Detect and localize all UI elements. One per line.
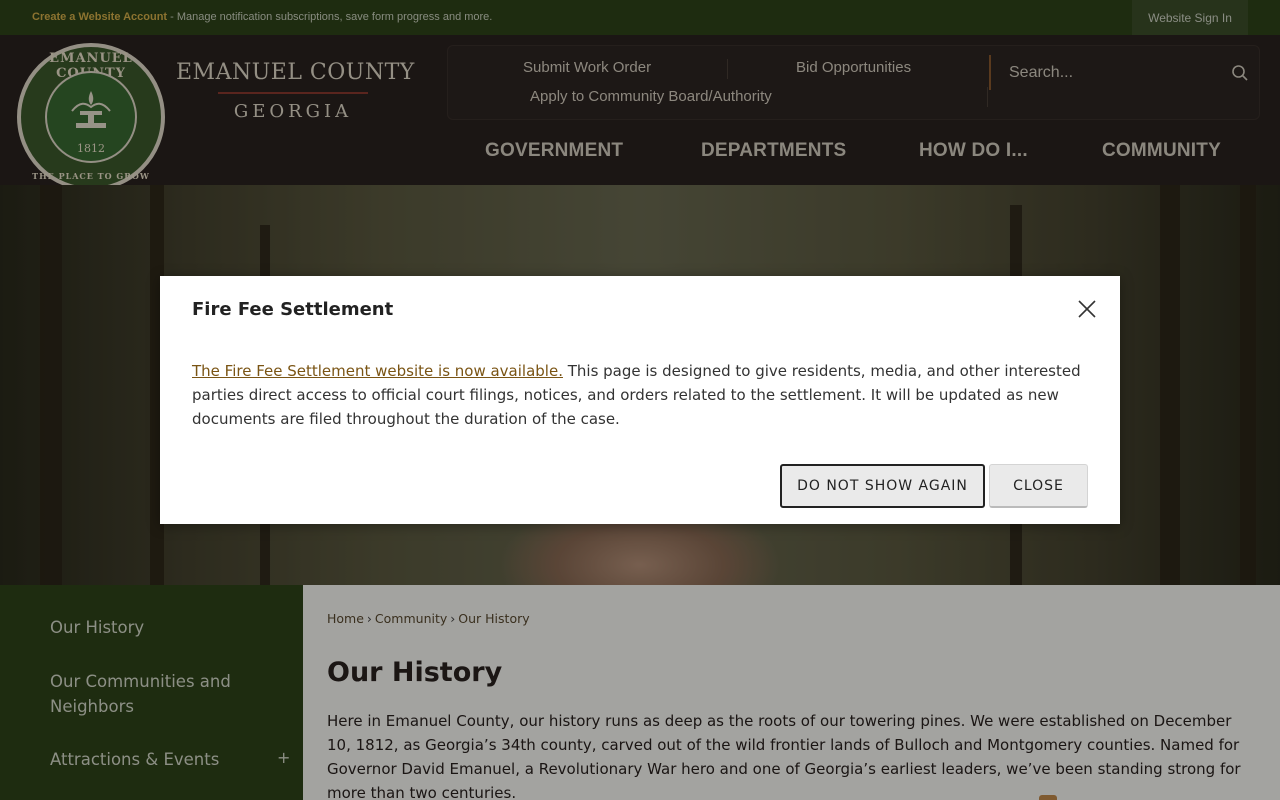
close-icon[interactable] <box>1076 298 1098 320</box>
fire-fee-settlement-link[interactable]: The Fire Fee Settlement website is now a… <box>192 362 563 380</box>
close-button[interactable]: CLOSE <box>989 464 1088 508</box>
fire-fee-modal: Fire Fee Settlement The Fire Fee Settlem… <box>160 276 1120 524</box>
modal-body: The Fire Fee Settlement website is now a… <box>192 359 1092 431</box>
modal-title: Fire Fee Settlement <box>192 299 394 320</box>
do-not-show-again-button[interactable]: DO NOT SHOW AGAIN <box>780 464 985 508</box>
